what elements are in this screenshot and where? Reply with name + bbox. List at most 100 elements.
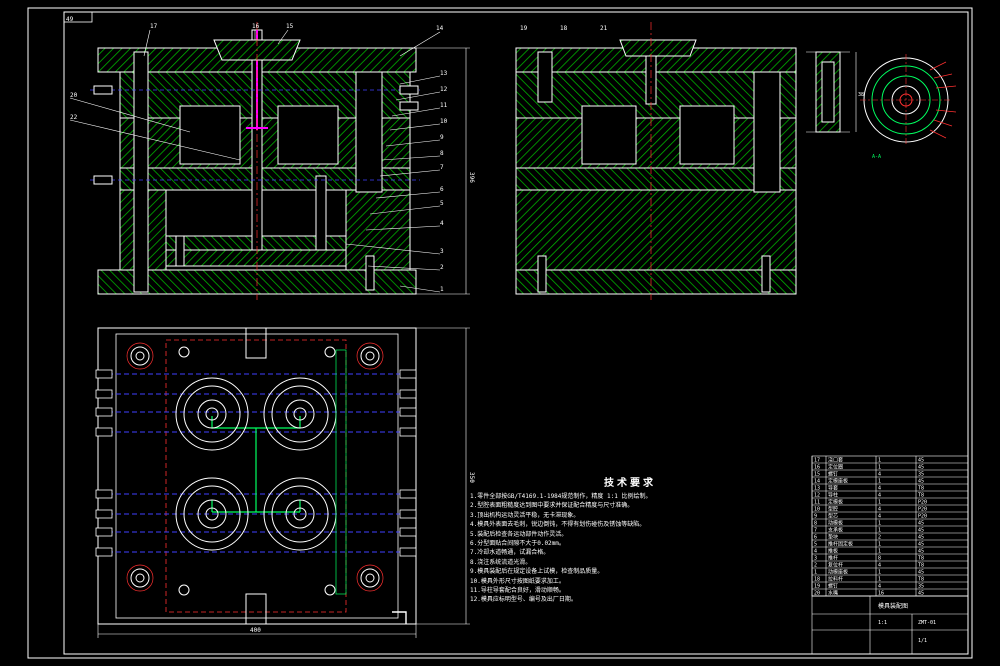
bom-cell: 13 — [814, 486, 820, 492]
bom-cell: 定位圈 — [828, 464, 843, 471]
bom-cell: 1 — [878, 570, 881, 576]
bom-cell: 45 — [918, 521, 924, 527]
bom-cell: 型腔 — [828, 506, 838, 513]
bom-cell: T8 — [918, 493, 924, 499]
bom-cell: 45 — [918, 570, 924, 576]
bom-cell: 定模座板 — [828, 478, 848, 485]
part-callout-number: 7 — [440, 164, 444, 171]
bom-cell: 4 — [878, 514, 881, 520]
bom-cell: T8 — [918, 577, 924, 583]
part-callout-number: 21 — [600, 25, 608, 32]
technical-requirements-title: 技术要求 — [604, 478, 656, 489]
bom-cell: 1 — [878, 528, 881, 534]
bom-cell: 14 — [814, 479, 820, 485]
part-callout-number: 20 — [70, 92, 78, 99]
bom-cell: T8 — [918, 563, 924, 569]
part-callout-number: 9 — [440, 134, 444, 141]
bom-cell: 45 — [918, 458, 924, 464]
bom-cell: 8 — [814, 521, 817, 527]
part-callout-number: 1 — [440, 286, 444, 293]
part-callout-number: 6 — [440, 186, 444, 193]
bom-cell: 4 — [814, 549, 817, 555]
bom-cell: 4 — [878, 493, 881, 499]
bom-cell: P20 — [918, 514, 927, 520]
bom-cell: 支承板 — [828, 527, 843, 534]
bom-cell: 导柱 — [828, 492, 838, 499]
title-block-sheet: 1/1 — [918, 638, 927, 644]
bom-cell: 2 — [878, 535, 881, 541]
part-callout-number: 10 — [440, 118, 448, 125]
bom-cell: 4 — [878, 486, 881, 492]
bom-cell: 5 — [814, 542, 817, 548]
tech-requirement-line: 9.模具装配后在规定设备上试模，检查制品质量。 — [470, 568, 604, 576]
bom-cell: 拉料杆 — [828, 576, 843, 583]
bom-cell: 定模板 — [828, 499, 843, 506]
tech-requirement-line: 2.型腔表面粗糙度达到图中要求并保证配合精度与尺寸准确。 — [470, 502, 634, 510]
bom-cell: 17 — [814, 458, 820, 464]
part-callout-number: 19 — [520, 25, 528, 32]
bom-cell: 1 — [814, 570, 817, 576]
bom-cell: 动模板 — [828, 520, 843, 527]
tech-requirement-line: 1.零件全部按GB/T4169.1-1984规范制作，精度 1:1 比例绘制。 — [470, 493, 652, 500]
tech-requirement-line: 11.导柱导套配合良好，滑动顺畅。 — [470, 587, 565, 595]
plan-width-label: 400 — [250, 627, 261, 634]
bom-cell: 垫块 — [828, 534, 838, 541]
tech-requirement-line: 7.冷却水道畅通，试漏合格。 — [470, 549, 550, 557]
bom-cell: 10 — [814, 507, 820, 513]
bom-cell: 35 — [918, 472, 924, 478]
part-callout-number: 5 — [440, 200, 444, 207]
front-view-height-dimension — [416, 47, 470, 295]
bom-cell: P20 — [918, 507, 927, 513]
tech-requirement-line: 10.模具外形尺寸按图纸要求加工。 — [470, 577, 565, 585]
tech-requirement-line: 5.装配后检查各运动部件动作灵活。 — [470, 530, 568, 538]
bom-cell: 15 — [814, 472, 820, 478]
bom-cell: 7 — [814, 528, 817, 534]
bom-cell: 1 — [878, 542, 881, 548]
bom-cell: P20 — [918, 500, 927, 506]
bom-cell: 动模座板 — [828, 569, 848, 576]
bom-cell: 复位杆 — [828, 562, 843, 569]
title-block-scale: 1:1 — [878, 620, 887, 626]
front-height-label: 396 — [468, 172, 475, 183]
bom-cell: 1 — [878, 549, 881, 555]
bom-cell: 导套 — [828, 485, 838, 492]
bom-cell: 8 — [878, 556, 881, 562]
detail-section-label: A-A — [872, 154, 881, 160]
bom-cell: 型芯 — [828, 513, 838, 520]
tech-requirement-line: 6.分型面贴合间隙不大于0.02mm。 — [470, 540, 565, 548]
bill-of-materials: 17 浇口套 1 4516 定位圈 1 4515 螺钉 4 3514 定模座板 1 4513 导套 4 T81… — [811, 455, 969, 597]
part-callout-number: 22 — [70, 114, 78, 121]
bom-cell: 螺钉 — [828, 583, 838, 590]
bom-cell: 推板 — [828, 548, 838, 555]
bom-cell: 19 — [814, 584, 820, 590]
bom-cell: 12 — [814, 493, 820, 499]
side-section-view — [515, 22, 797, 300]
part-callout-number: 8 — [440, 150, 444, 157]
bom-cell: 18 — [814, 577, 820, 583]
part-callout-number: 3 — [440, 248, 444, 255]
bom-cell: 45 — [918, 528, 924, 534]
title-block-title: 模具装配图 — [878, 602, 908, 610]
bom-cell: 4 — [878, 584, 881, 590]
bom-cell: 45 — [918, 542, 924, 548]
bom-cell: 1 — [878, 521, 881, 527]
bom-cell: 16 — [814, 465, 820, 471]
plan-height-label: 350 — [468, 472, 475, 483]
corner-label: 49 — [66, 16, 74, 23]
bom-cell: 45 — [918, 479, 924, 485]
bom-cell: 4 — [878, 507, 881, 513]
bom-cell: 45 — [918, 535, 924, 541]
bom-cell: T8 — [918, 556, 924, 562]
plan-view — [95, 327, 417, 625]
bom-cell: 4 — [878, 472, 881, 478]
bom-cell: 45 — [918, 549, 924, 555]
part-callout-number: 12 — [440, 86, 448, 93]
bom-cell: 16 — [878, 591, 884, 597]
part-callout-number: 13 — [440, 70, 448, 77]
tech-requirement-line: 12.模具应标明型号、编号及出厂日期。 — [470, 596, 577, 604]
bom-cell: 推杆固定板 — [828, 541, 853, 548]
part-callout-number: 16 — [252, 23, 260, 30]
bom-cell: 6 — [814, 535, 817, 541]
bom-cell: 11 — [814, 500, 820, 506]
part-callout-number: 18 — [560, 25, 568, 32]
